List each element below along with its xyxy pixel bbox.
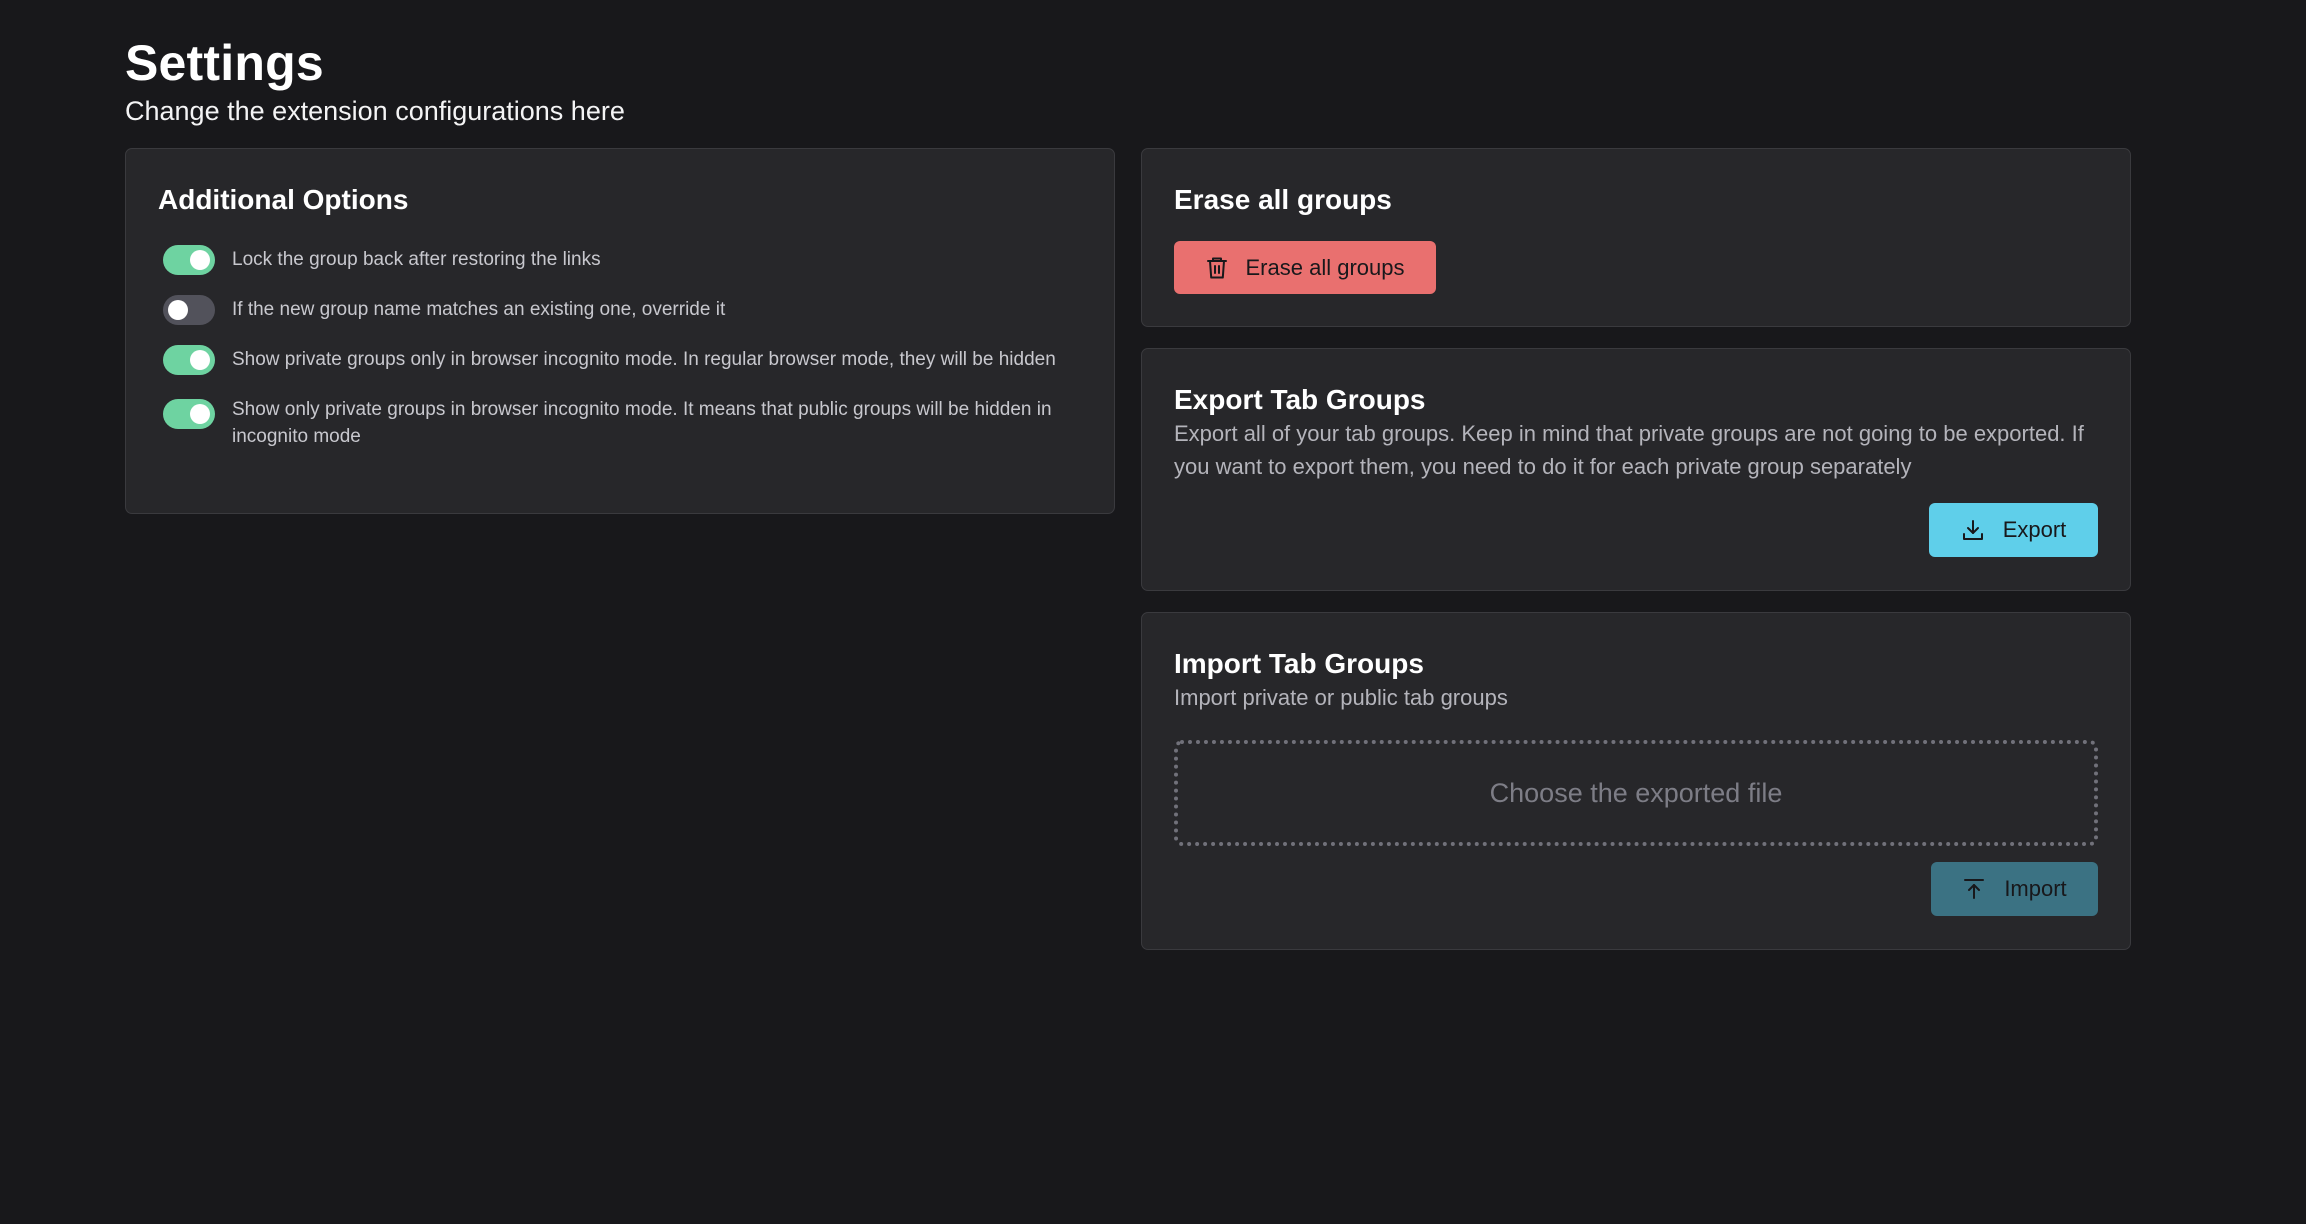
import-actions: Import [1931, 862, 2098, 916]
private-incognito-toggle[interactable] [163, 345, 215, 375]
settings-page: Settings Change the extension configurat… [125, 32, 2131, 950]
option-label: Show only private groups in browser inco… [232, 399, 1052, 447]
file-dropzone[interactable]: Choose the exported file [1174, 740, 2098, 846]
options-list: Lock the group back after restoring the … [158, 245, 1082, 450]
override-name-toggle[interactable] [163, 295, 215, 325]
export-description: Export all of your tab groups. Keep in m… [1174, 421, 2084, 479]
additional-options-title: Additional Options [158, 184, 409, 215]
dropzone-label: Choose the exported file [1489, 777, 1783, 808]
erase-title: Erase all groups [1174, 184, 1392, 215]
toggle-knob [168, 300, 188, 320]
import-title: Import Tab Groups [1174, 648, 1424, 679]
option-row-override-name: If the new group name matches an existin… [158, 295, 1082, 325]
trash-icon [1206, 256, 1228, 280]
toggle-knob [190, 250, 210, 270]
erase-button-label: Erase all groups [1245, 254, 1405, 280]
import-button[interactable]: Import [1931, 862, 2098, 916]
export-card: Export Tab Groups Export all of your tab… [1141, 348, 2131, 591]
export-button[interactable]: Export [1929, 503, 2098, 557]
download-icon [1961, 518, 1985, 542]
additional-options-card: Additional Options Lock the group back a… [125, 148, 1115, 514]
export-title: Export Tab Groups [1174, 384, 1426, 415]
import-card: Import Tab Groups Import private or publ… [1141, 612, 2131, 950]
toggle-knob [190, 350, 210, 370]
erase-all-groups-button[interactable]: Erase all groups [1174, 241, 1436, 294]
only-private-incognito-toggle[interactable] [163, 399, 215, 429]
export-actions: Export [1929, 503, 2098, 557]
option-row-private-incognito: Show private groups only in browser inco… [158, 345, 1082, 375]
import-description: Import private or public tab groups [1174, 685, 1508, 710]
export-button-label: Export [2002, 517, 2067, 542]
option-row-lock-group: Lock the group back after restoring the … [158, 245, 1082, 275]
option-label: If the new group name matches an existin… [232, 299, 726, 320]
import-button-label: Import [2004, 876, 2067, 901]
option-label: Show private groups only in browser inco… [232, 349, 1056, 370]
erase-card: Erase all groups Erase all groups [1141, 148, 2131, 327]
upload-icon [1962, 877, 1986, 901]
option-row-only-private-incognito: Show only private groups in browser inco… [158, 395, 1082, 450]
lock-group-toggle[interactable] [163, 245, 215, 275]
page-subtitle: Change the extension configurations here [125, 96, 625, 126]
page-title: Settings [125, 35, 324, 91]
option-label: Lock the group back after restoring the … [232, 249, 601, 270]
toggle-knob [190, 404, 210, 424]
